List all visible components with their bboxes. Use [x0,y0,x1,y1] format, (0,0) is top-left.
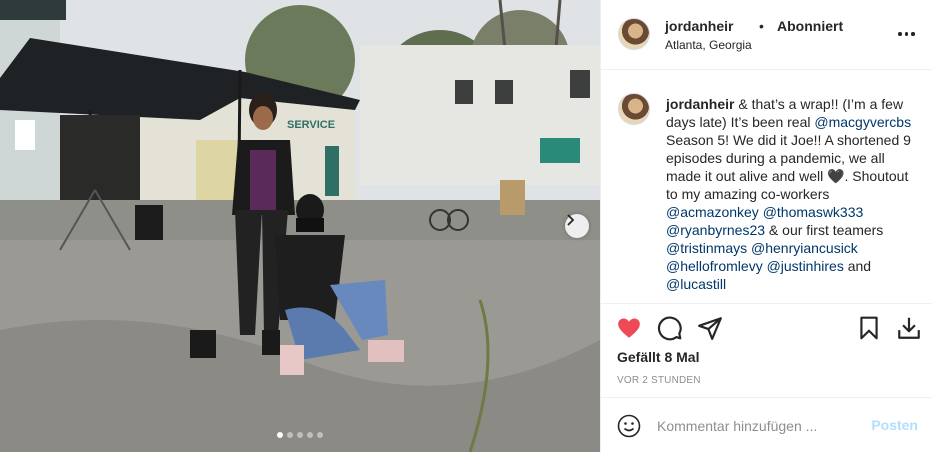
heart-icon[interactable] [616,315,642,341]
mention-link[interactable]: @lucastill [666,276,726,292]
mention-link[interactable]: @henryiancusick [751,240,858,256]
caption-text-segment: and [843,258,872,274]
post-comment-button[interactable]: Posten [871,417,918,433]
carousel-next-button[interactable] [565,214,589,238]
post-caption: jordanheir & that’s a wrap!! (I’m a few … [666,95,918,293]
likes-count[interactable]: Gefällt 8 Mal [617,349,699,365]
post-sidebar: jordanheir • Abonniert Atlanta, Georgia … [600,0,932,452]
mention-link[interactable]: @tristinmays [666,240,747,256]
download-icon[interactable] [896,315,922,341]
mention-link[interactable]: @acmazonkey [666,204,759,220]
caption-text: & that’s a wrap!! (I’m a few days late) … [666,96,911,292]
share-icon[interactable] [697,315,723,341]
header-separator: • [759,18,764,34]
post-header: jordanheir • Abonniert Atlanta, Georgia [601,0,932,70]
photo-scene: SERVICE [0,0,600,452]
post-timestamp[interactable]: VOR 2 STUNDEN [617,375,701,386]
location-link[interactable]: Atlanta, Georgia [665,38,752,52]
action-bar [601,312,932,344]
avatar[interactable] [618,93,650,125]
mention-link[interactable]: @thomaswk333 [763,204,864,220]
service-sign: SERVICE [287,119,335,131]
post-photo[interactable]: SERVICE [0,0,600,452]
add-comment-bar: Posten [601,397,932,452]
carousel-dot [277,432,283,438]
mention-link[interactable]: @hellofromlevy [666,258,763,274]
carousel-indicator [0,432,600,438]
more-options-icon[interactable] [898,26,918,42]
comment-input[interactable] [657,416,867,436]
avatar[interactable] [618,18,650,50]
emoji-icon[interactable] [617,414,641,438]
carousel-dot [307,432,313,438]
header-username[interactable]: jordanheir [665,18,733,34]
caption-text-segment: Season 5! We did it Joe!! A shortened 9 … [666,132,911,202]
caption-text-segment: & our first teamers [765,222,884,238]
mention-link[interactable]: @macgyvercbs [814,114,911,130]
mention-link[interactable]: @justinhires [767,258,844,274]
follow-status-button[interactable]: Abonniert [777,18,843,34]
bookmark-icon[interactable] [856,315,882,341]
caption-username[interactable]: jordanheir [666,96,734,112]
comment-icon[interactable] [657,315,683,341]
carousel-dot [297,432,303,438]
mention-link[interactable]: @ryanbyrnes23 [666,222,765,238]
comments-section: jordanheir & that’s a wrap!! (I’m a few … [601,71,932,304]
carousel-dot [287,432,293,438]
carousel-dot [317,432,323,438]
chevron-right-icon [567,214,575,226]
